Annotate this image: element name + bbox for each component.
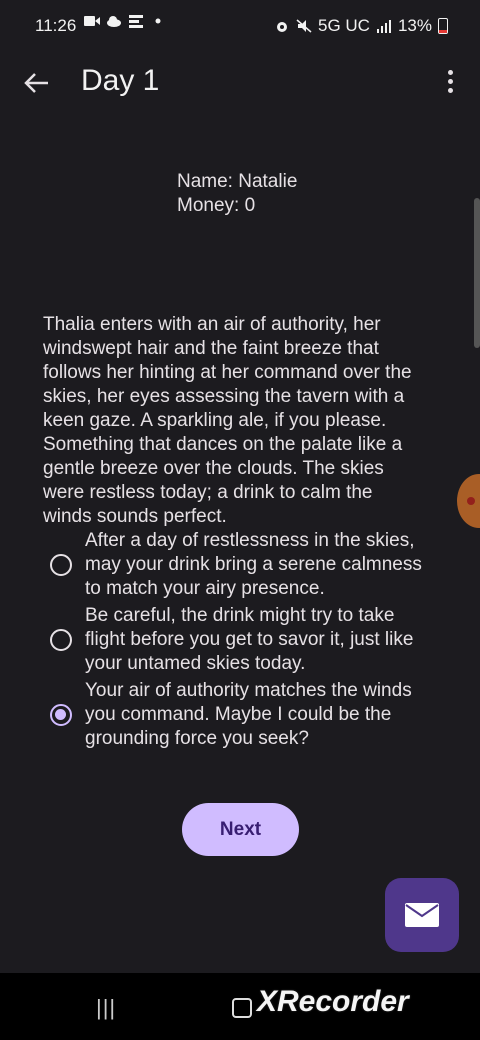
next-button[interactable]: Next [182,803,299,856]
home-button[interactable] [232,998,252,1018]
cloud-icon [107,16,121,27]
floating-recorder-bubble[interactable] [457,474,480,528]
choice-label: Your air of authority matches the winds … [85,680,412,749]
choice-option-3[interactable]: Your air of authority matches the winds … [50,679,440,751]
radio-button[interactable] [50,629,72,651]
video-icon [84,16,100,26]
message-fab[interactable] [385,878,459,952]
envelope-icon [405,903,439,927]
player-money: Money: 0 [177,195,256,216]
choice-list: After a day of restlessness in the skies… [50,529,440,754]
scrollbar[interactable] [474,198,480,348]
battery-level: 13% [397,16,432,35]
choice-option-2[interactable]: Be careful, the drink might try to take … [50,604,440,676]
battery-icon [438,18,448,34]
choice-label: Be careful, the drink might try to take … [85,605,414,674]
app-icon [129,15,143,28]
status-right: 5G UC 13% [274,16,448,36]
alarm-icon [277,22,287,32]
more-options-icon[interactable] [440,66,460,100]
status-bar: 11:26 5G UC 13% [0,0,480,52]
mute-icon [296,19,312,33]
choice-label: After a day of restlessness in the skies… [85,530,422,599]
player-info: Name: Natalie Money: 0 [177,170,297,218]
dot-icon [155,18,161,24]
signal-icon [376,20,391,33]
app-bar: Day 1 [0,52,480,114]
status-left-icons [84,14,166,28]
status-time: 11:26 [35,16,77,35]
radio-button[interactable] [50,554,72,576]
recent-apps-button[interactable]: ||| [96,995,116,1021]
page-title: Day 1 [81,64,160,97]
player-name: Name: Natalie [177,171,298,192]
back-arrow-icon[interactable] [20,66,54,100]
system-nav-bar: ||| XRecorder [0,973,480,1040]
watermark: XRecorder [257,985,409,1018]
story-text: Thalia enters with an air of authority, … [43,314,412,527]
radio-button-selected[interactable] [50,704,72,726]
choice-option-1[interactable]: After a day of restlessness in the skies… [50,529,440,601]
network-type: 5G UC [318,16,370,35]
